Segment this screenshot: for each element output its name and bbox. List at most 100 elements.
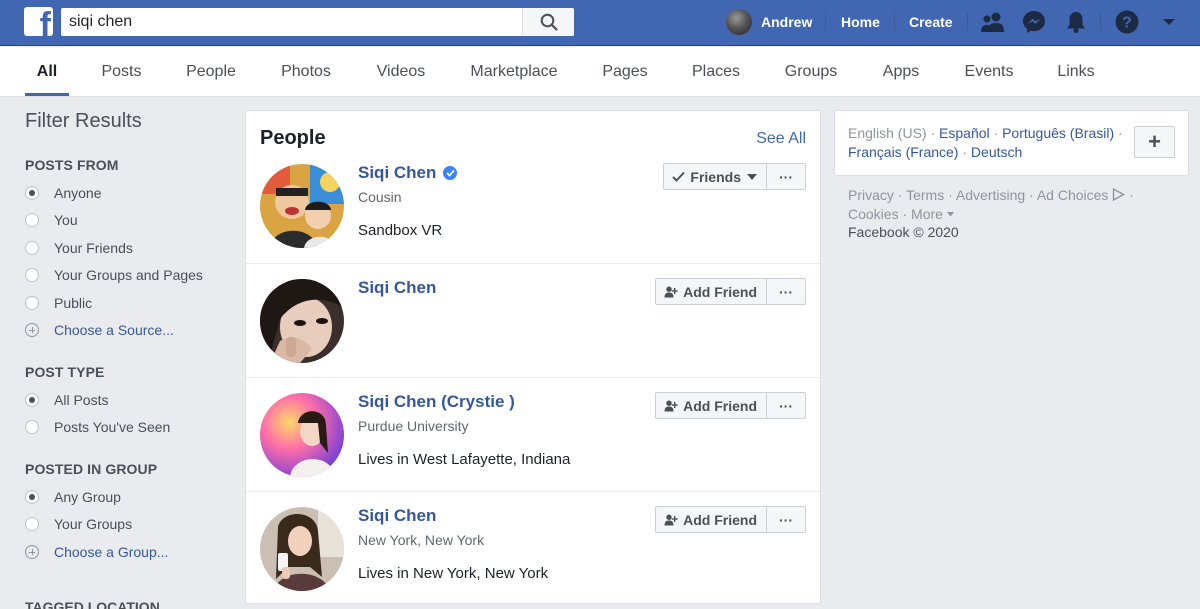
posted-in-group-heading: POSTED IN GROUP <box>25 461 158 477</box>
more-options-button[interactable]: ··· <box>767 506 806 533</box>
more-dots-icon: ··· <box>779 283 793 300</box>
create-link[interactable]: Create <box>909 8 953 36</box>
profile-photo[interactable] <box>260 393 344 477</box>
tab-groups[interactable]: Groups <box>778 47 844 97</box>
radio-icon <box>25 213 39 228</box>
filter-option-posts-youve-seen[interactable]: Posts You've Seen <box>25 414 225 442</box>
profile-photo[interactable] <box>260 279 344 363</box>
person-relationship: Cousin <box>358 189 402 205</box>
choose-a-source-link[interactable]: Choose a Source... <box>25 317 225 345</box>
tab-apps[interactable]: Apps <box>876 47 926 97</box>
footer-link-more[interactable]: More <box>911 206 943 222</box>
person-name-text: Siqi Chen <box>358 506 437 525</box>
add-friend-icon <box>664 286 678 298</box>
person-education: Purdue University <box>358 418 469 434</box>
tab-places[interactable]: Places <box>686 47 746 97</box>
profile-photo[interactable] <box>260 164 344 248</box>
posts-from-heading: POSTS FROM <box>25 157 119 173</box>
see-all-link[interactable]: See All <box>756 130 806 148</box>
profile-photo[interactable] <box>260 507 344 591</box>
person-name-link[interactable]: Siqi Chen <box>358 163 458 183</box>
tab-all[interactable]: All <box>25 47 69 97</box>
person-result: Siqi Chen New York, New York Lives in Ne… <box>246 491 820 605</box>
choose-a-group-link[interactable]: Choose a Group... <box>25 538 225 566</box>
add-circle-icon <box>25 323 39 338</box>
tab-links[interactable]: Links <box>1052 47 1100 97</box>
add-friend-icon <box>664 400 678 412</box>
add-friend-button[interactable]: Add Friend <box>655 392 767 419</box>
friend-actions: Add Friend ··· <box>655 278 806 305</box>
tab-events[interactable]: Events <box>958 47 1020 97</box>
notifications-bell-icon[interactable] <box>1063 9 1089 35</box>
tab-marketplace[interactable]: Marketplace <box>464 47 564 97</box>
footer-link-cookies[interactable]: Cookies <box>848 206 899 222</box>
nav-divider <box>1100 13 1101 31</box>
tab-photos[interactable]: Photos <box>274 47 338 97</box>
footer-link-ad-choices[interactable]: Ad Choices <box>1037 187 1109 203</box>
tab-people[interactable]: People <box>180 47 242 97</box>
filter-option-public[interactable]: Public <box>25 289 225 317</box>
friend-requests-icon[interactable] <box>980 9 1006 35</box>
filter-option-label: Any Group <box>54 488 121 505</box>
search-input[interactable] <box>61 8 521 36</box>
person-name-link[interactable]: Siqi Chen <box>358 506 436 526</box>
add-friend-button[interactable]: Add Friend <box>655 278 767 305</box>
more-dots-icon: ··· <box>779 168 793 185</box>
search-icon <box>540 13 558 31</box>
post-type-heading: POST TYPE <box>25 364 105 380</box>
friend-actions: Add Friend ··· <box>655 392 806 419</box>
facebook-logo-icon[interactable]: f <box>24 7 53 36</box>
friend-actions: Add Friend ··· <box>655 506 806 533</box>
more-options-button[interactable]: ··· <box>767 392 806 419</box>
tab-videos[interactable]: Videos <box>370 47 432 97</box>
account-menu-chevron-down-icon[interactable] <box>1156 9 1182 35</box>
add-language-button[interactable]: + <box>1134 126 1175 158</box>
footer-link-advertising[interactable]: Advertising <box>956 187 1025 203</box>
filter-option-anyone[interactable]: Anyone <box>25 179 225 207</box>
more-options-button[interactable]: ··· <box>767 163 806 190</box>
more-dots-icon: ··· <box>779 397 793 414</box>
filter-option-your-friends[interactable]: Your Friends <box>25 234 225 262</box>
filter-option-your-groups[interactable]: Your Groups <box>25 511 225 539</box>
help-icon[interactable]: ? <box>1114 9 1140 35</box>
language-link-francais[interactable]: Français (France) <box>848 144 958 160</box>
more-options-button[interactable]: ··· <box>767 278 806 305</box>
filter-option-any-group[interactable]: Any Group <box>25 483 225 511</box>
radio-icon <box>25 295 39 310</box>
footer-link-terms[interactable]: Terms <box>906 187 944 203</box>
filter-option-all-posts[interactable]: All Posts <box>25 386 225 414</box>
person-result: Siqi Chen (Crystie ) Purdue University L… <box>246 377 820 491</box>
active-tab-indicator <box>25 93 69 96</box>
filter-option-your-groups-and-pages[interactable]: Your Groups and Pages <box>25 262 225 290</box>
add-friend-button[interactable]: Add Friend <box>655 506 767 533</box>
home-link[interactable]: Home <box>841 8 880 36</box>
tab-pages[interactable]: Pages <box>597 47 653 97</box>
tab-posts[interactable]: Posts <box>94 47 149 97</box>
person-result: Siqi Chen Add Friend ··· <box>246 263 820 377</box>
search-bar <box>61 8 574 36</box>
language-link-deutsch[interactable]: Deutsch <box>971 144 1022 160</box>
person-detail: Lives in West Lafayette, Indiana <box>358 451 571 468</box>
language-list: English (US) · Español · Português (Bras… <box>848 125 1123 160</box>
nav-divider <box>825 13 826 31</box>
profile-link[interactable]: Andrew <box>726 8 812 36</box>
plus-icon: + <box>1148 129 1161 154</box>
friends-button[interactable]: Friends <box>663 163 767 190</box>
button-label: Add Friend <box>683 283 757 300</box>
language-link-espanol[interactable]: Español <box>939 125 990 141</box>
ad-choices-icon <box>1113 187 1126 202</box>
language-link-portugues[interactable]: Português (Brasil) <box>1002 125 1114 141</box>
more-dots-icon: ··· <box>779 511 793 528</box>
footer-link-privacy[interactable]: Privacy <box>848 187 894 203</box>
radio-icon <box>25 240 39 255</box>
radio-checked-icon <box>25 489 39 504</box>
radio-icon <box>25 420 39 435</box>
add-friend-icon <box>664 514 678 526</box>
messenger-icon[interactable] <box>1021 9 1047 35</box>
copyright-text: Facebook © 2020 <box>848 224 959 240</box>
person-name-text: Siqi Chen <box>358 278 437 297</box>
filter-option-you[interactable]: You <box>25 207 225 235</box>
person-name-link[interactable]: Siqi Chen <box>358 278 436 298</box>
search-button[interactable] <box>522 8 574 36</box>
person-name-link[interactable]: Siqi Chen (Crystie ) <box>358 392 515 412</box>
